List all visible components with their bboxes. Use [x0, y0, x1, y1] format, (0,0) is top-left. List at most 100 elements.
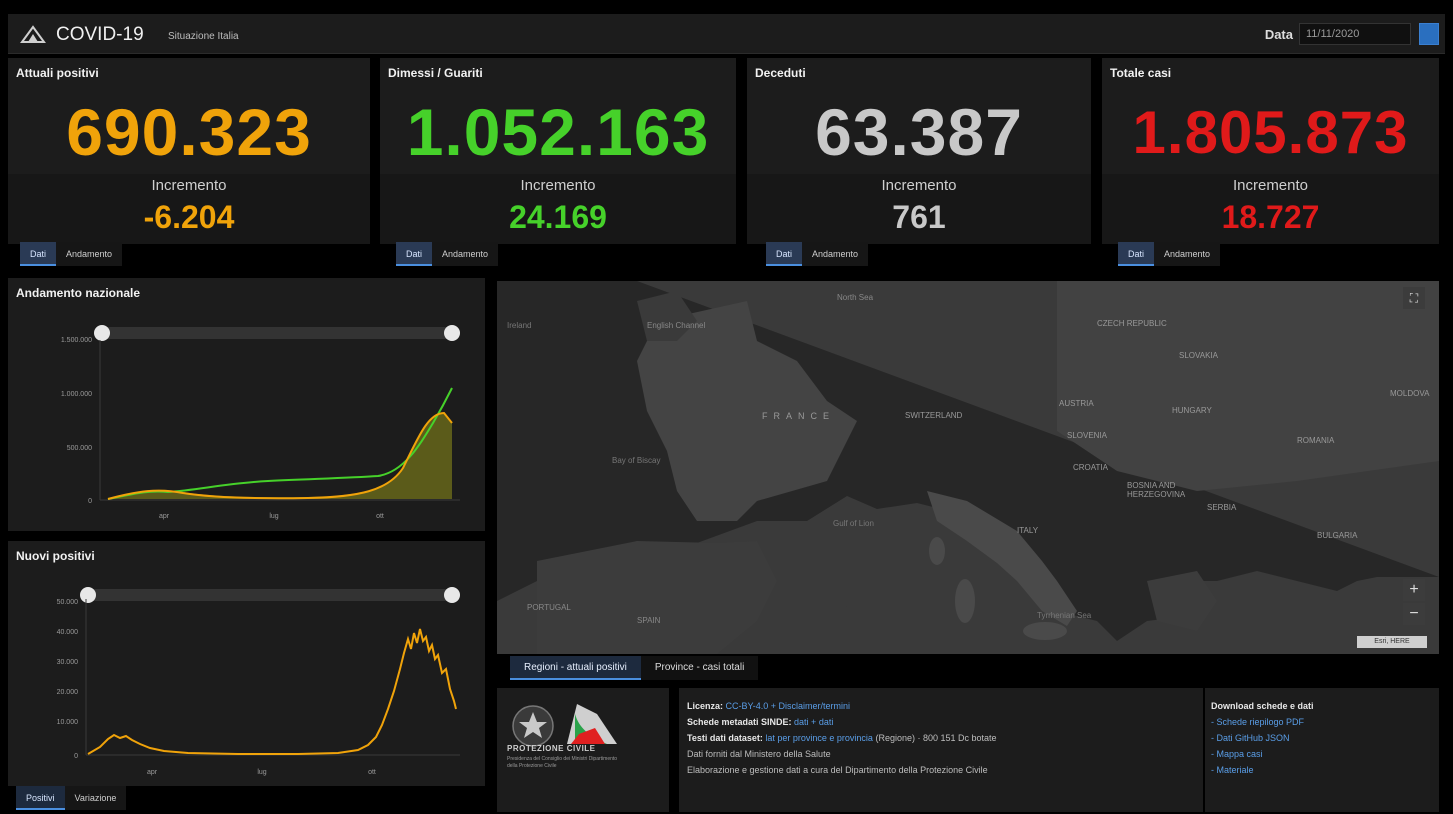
tab-andamento[interactable]: Andamento — [432, 242, 499, 266]
range-slider-start-handle[interactable] — [94, 325, 110, 341]
tab-andamento[interactable]: Andamento — [1154, 242, 1221, 266]
logo-text: PROTEZIONE CIVILE — [507, 744, 596, 753]
download-link-github[interactable]: - Dati GitHub JSON — [1211, 730, 1433, 746]
card-increment-value: -6.204 — [143, 199, 235, 235]
card-dimessi-guariti: Dimessi / Guariti 1.052.163 Incremento 2… — [380, 58, 736, 244]
info-panel: Licenza: CC-BY-4.0 + Disclaimer/termini … — [679, 688, 1203, 812]
tab-dati[interactable]: Dati — [20, 242, 57, 266]
download-link-map[interactable]: - Mappa casi — [1211, 746, 1433, 762]
logo-subtext: Presidenza del Consiglio dei Ministri Di… — [507, 756, 618, 769]
tab-andamento[interactable]: Andamento — [56, 242, 123, 266]
card-title: Attuali positivi — [16, 66, 99, 80]
map-label: BOSNIA AND HERZEGOVINA — [1127, 481, 1186, 499]
map-view[interactable]: North Sea English Channel FRANCE SWITZER… — [497, 281, 1439, 654]
card-increment-label: Incremento — [1232, 177, 1309, 194]
date-input[interactable] — [1299, 23, 1411, 45]
card-deceduti: Deceduti 63.387 Incremento 761 — [747, 58, 1091, 244]
elaboration-line: Elaborazione e gestione dati a cura del … — [687, 765, 988, 775]
y-tick-label: 1.000.000 — [61, 391, 92, 398]
map-label: SLOVAKIA — [1179, 351, 1218, 360]
card-increment-value: 18.727 — [1221, 199, 1320, 235]
national-trend-chart: 1.500.000 1.000.000 500.000 0 apr lug ot… — [61, 325, 460, 520]
y-tick-label: 1.500.000 — [61, 337, 92, 344]
zoom-in-button[interactable]: + — [1403, 579, 1425, 601]
app-logo-icon — [20, 25, 46, 43]
range-slider-track[interactable] — [86, 589, 460, 601]
tab-dati[interactable]: Dati — [766, 242, 803, 266]
card-tabs-attuali: Dati Andamento — [20, 242, 123, 266]
y-tick-label: 10.000 — [57, 719, 79, 726]
map-label: English Channel — [647, 321, 706, 330]
new-positives-chart: 50.000 40.000 30.000 20.000 10.000 0 apr… — [57, 587, 460, 776]
fullscreen-icon[interactable]: ⛶ — [1403, 287, 1425, 309]
metadata-line: Schede metadati SINDE: dati + dati — [687, 717, 834, 727]
x-tick-label: ott — [368, 769, 376, 776]
y-tick-label: 30.000 — [57, 659, 79, 666]
tab-positivi[interactable]: Positivi — [16, 786, 65, 810]
map-attribution: Esri, HERE — [1357, 636, 1427, 648]
card-value: 63.387 — [815, 95, 1023, 169]
national-trend-panel: Andamento nazionale 1.500.000 1.000.000 … — [8, 278, 485, 531]
tab-andamento[interactable]: Andamento — [802, 242, 869, 266]
license-link[interactable]: CC-BY-4.0 + Disclaimer/termini — [726, 701, 850, 711]
card-value: 1.805.873 — [1132, 99, 1409, 166]
tab-province[interactable]: Province - casi totali — [640, 656, 759, 680]
y-tick-label: 500.000 — [67, 445, 92, 452]
app-subtitle: Situazione Italia — [168, 31, 239, 42]
map-label: Gulf of Lion — [833, 519, 874, 528]
card-value: 1.052.163 — [406, 95, 710, 169]
download-link-material[interactable]: - Materiale — [1211, 762, 1433, 778]
new-positives-line — [87, 628, 457, 755]
range-slider-end-handle[interactable] — [444, 325, 460, 341]
tab-regioni[interactable]: Regioni - attuali positivi — [510, 656, 641, 680]
dataset-line: Testi dati dataset: lat per province e p… — [687, 733, 997, 743]
map-label: SWITZERLAND — [905, 411, 963, 420]
zoom-out-button[interactable]: − — [1403, 603, 1425, 625]
new-positives-tabs: Positivi Variazione — [16, 786, 127, 810]
card-tabs-deceduti: Dati Andamento — [766, 242, 869, 266]
range-slider-end-handle[interactable] — [444, 587, 460, 603]
map-label: Bay of Biscay — [612, 456, 661, 465]
map-basemap — [497, 281, 1439, 654]
tab-variazione[interactable]: Variazione — [64, 786, 127, 810]
tab-dati[interactable]: Dati — [1118, 242, 1155, 266]
map-label: MOLDOVA — [1390, 389, 1430, 398]
card-tabs-totale: Dati Andamento — [1118, 242, 1221, 266]
map-label: BULGARIA — [1317, 531, 1358, 540]
map-label: FRANCE — [762, 411, 836, 421]
x-tick-label: ott — [376, 513, 384, 520]
range-slider-start-handle[interactable] — [80, 587, 96, 603]
logo-panel: PROTEZIONE CIVILE Presidenza del Consigl… — [497, 688, 669, 812]
app-title: COVID-19 — [56, 24, 144, 45]
y-tick-label: 50.000 — [57, 599, 79, 606]
map-label: Ireland — [507, 321, 532, 330]
map-label: HUNGARY — [1172, 406, 1212, 415]
card-attuali-positivi: Attuali positivi 690.323 Incremento -6.2… — [8, 58, 370, 244]
map-label: CZECH REPUBLIC — [1097, 319, 1167, 328]
card-title: Dimessi / Guariti — [388, 66, 483, 80]
map-label: SERBIA — [1207, 503, 1237, 512]
map-tabs: Regioni - attuali positivi Province - ca… — [510, 656, 759, 680]
download-link-pdf[interactable]: - Schede riepilogo PDF — [1211, 714, 1433, 730]
map-label: CROATIA — [1073, 463, 1108, 472]
dataset-link[interactable]: lat per province e provincia — [765, 733, 873, 743]
card-increment-label: Incremento — [151, 177, 227, 194]
metadata-link[interactable]: dati + dati — [794, 717, 833, 727]
card-increment-label: Incremento — [520, 177, 596, 194]
map-label: North Sea — [837, 293, 874, 302]
card-title: Totale casi — [1110, 66, 1172, 80]
x-tick-label: lug — [257, 769, 266, 776]
date-label: Data — [1264, 27, 1293, 42]
tab-dati[interactable]: Dati — [396, 242, 433, 266]
card-tabs-dimessi: Dati Andamento — [396, 242, 499, 266]
license-line: Licenza: CC-BY-4.0 + Disclaimer/termini — [687, 701, 850, 711]
range-slider-track[interactable] — [100, 327, 460, 339]
map-label: Tyrrhenian Sea — [1037, 611, 1092, 620]
new-positives-panel: Nuovi positivi 50.000 40.000 30.000 20.0… — [8, 541, 485, 786]
card-totale-casi: Totale casi 1.805.873 Incremento 18.727 — [1102, 58, 1439, 244]
date-picker-button[interactable] — [1419, 23, 1439, 45]
map-label: PORTUGAL — [527, 603, 571, 612]
x-tick-label: apr — [147, 769, 158, 776]
download-panel: Download schede e dati - Schede riepilog… — [1205, 688, 1439, 812]
map-label: AUSTRIA — [1059, 399, 1094, 408]
